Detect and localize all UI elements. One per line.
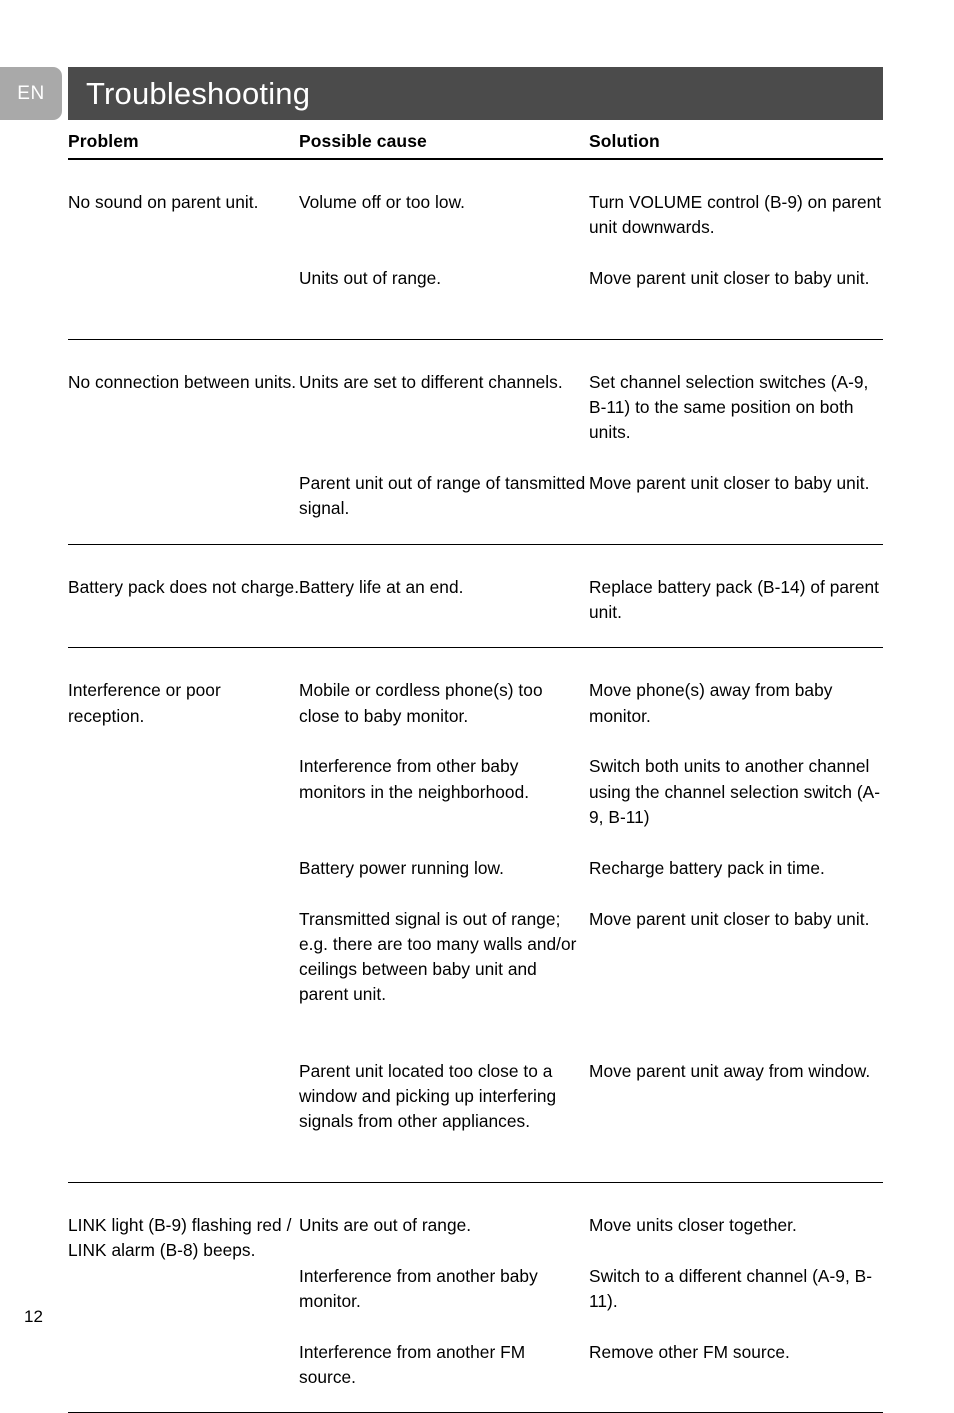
cell-problem: No sound on parent unit.: [68, 192, 259, 212]
cell-possible-cause: Interference from another baby monitor.: [299, 1265, 538, 1311]
cell-possible-cause: Transmitted signal is out of range; e.g.…: [299, 908, 577, 1005]
cell-problem: Battery pack does not charge.: [68, 576, 300, 597]
cell-possible-cause: Parent unit out of range of tansmitted s…: [299, 473, 586, 519]
page-title: Troubleshooting: [86, 76, 311, 111]
cell-solution: Move parent unit away from window.: [589, 1060, 871, 1081]
page-number: 12: [24, 1307, 43, 1326]
troubleshooting-table: Problem Possible cause Solution No sound…: [68, 120, 883, 1413]
language-tab-label: EN: [17, 82, 45, 104]
cell-problem: LINK light (B-9) flashing red / LINK ala…: [68, 1214, 292, 1261]
cell-solution: Move parent unit closer to baby unit.: [589, 268, 870, 289]
page-title-bar: Troubleshooting: [68, 67, 883, 120]
cell-possible-cause: Volume off or too low.: [299, 192, 466, 212]
cell-solution: Move phone(s) away from baby monitor.: [589, 680, 833, 726]
cell-possible-cause: Interference from other baby monitors in…: [299, 756, 530, 802]
cell-possible-cause: Interference from another FM source.: [299, 1341, 526, 1387]
table-section: No connection between units. Units are se…: [68, 340, 883, 544]
cell-solution: Move units closer together.: [589, 1214, 797, 1235]
table-section: LINK light (B-9) flashing red / LINK ala…: [68, 1183, 883, 1413]
cell-possible-cause: Battery life at an end.: [299, 576, 464, 597]
cell-possible-cause: Battery power running low.: [299, 857, 504, 878]
language-tab: EN: [0, 67, 62, 120]
cell-solution: Remove other FM source.: [589, 1341, 790, 1362]
cell-solution: Recharge battery pack in time.: [589, 857, 825, 878]
column-header-possible-cause: Possible cause: [299, 131, 427, 151]
cell-solution: Switch both units to another channel usi…: [589, 756, 881, 827]
cell-possible-cause: Units out of range.: [299, 268, 442, 289]
table-header-row: Problem Possible cause Solution: [68, 120, 883, 158]
cell-problem: No connection between units.: [68, 371, 297, 392]
cell-possible-cause: Parent unit located too close to a windo…: [299, 1060, 557, 1132]
table-section: Interference or poor reception. Mobile or…: [68, 648, 883, 1182]
cell-possible-cause: Mobile or cordless phone(s) too close to…: [299, 680, 543, 726]
cell-possible-cause: Units are set to different channels.: [299, 371, 563, 392]
cell-solution: Switch to a different channel (A-9, B-11…: [589, 1265, 873, 1311]
table-body: No sound on parent unit. Volume off or to…: [68, 160, 883, 1413]
table-section: Battery pack does not charge. Battery lif…: [68, 545, 883, 648]
column-header-problem: Problem: [68, 131, 139, 151]
column-header-solution: Solution: [589, 131, 660, 151]
cell-solution: Move parent unit closer to baby unit.: [589, 908, 870, 929]
cell-solution: Move parent unit closer to baby unit.: [589, 473, 870, 494]
cell-problem: Interference or poor reception.: [68, 680, 221, 726]
cell-solution: Set channel selection switches (A-9, B-1…: [589, 371, 869, 443]
cell-possible-cause: Units are out of range.: [299, 1214, 472, 1235]
table-section: No sound on parent unit. Volume off or to…: [68, 160, 883, 339]
cell-solution: Turn VOLUME control (B-9) on parent unit…: [589, 192, 882, 238]
cell-solution: Replace battery pack (B-14) of parent un…: [589, 576, 880, 622]
